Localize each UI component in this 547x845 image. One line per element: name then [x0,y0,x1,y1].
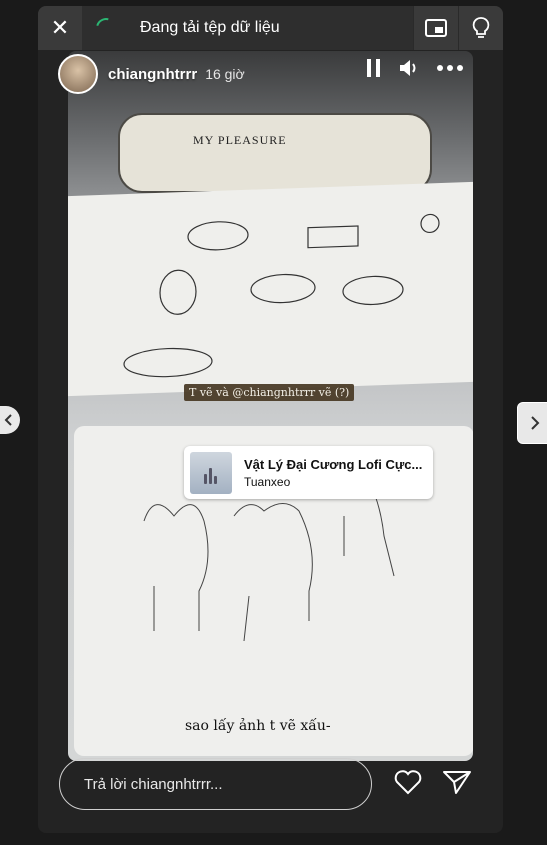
send-icon[interactable] [442,769,472,795]
story-photo[interactable]: MY PLEASURE T vẽ và @chiangnhtrrr vẽ (?) [68,51,473,761]
chevron-right-icon [531,416,540,430]
food-sketch-drawing [123,213,440,378]
pencil-pouch-image [118,113,432,193]
close-button[interactable]: ✕ [38,6,82,50]
music-artist: Tuanxeo [244,474,291,489]
volume-icon[interactable] [398,58,420,78]
lightbulb-icon [472,17,490,38]
loading-banner: Đang tải tệp dữ liệu [82,6,413,50]
picture-in-picture-button[interactable] [413,6,458,50]
story-viewer: MY PLEASURE T vẽ và @chiangnhtrrr vẽ (?) [38,6,503,833]
close-icon: ✕ [50,15,70,40]
avatar[interactable] [58,54,98,94]
album-art [190,451,232,494]
heart-icon[interactable] [393,769,423,795]
reply-input[interactable] [59,758,372,810]
story-caption: sao lấy ảnh t vẽ xấu- [185,718,331,734]
loading-text: Đang tải tệp dữ liệu [140,19,280,36]
story-text-overlay: T vẽ và @chiangnhtrrr vẽ (?) [184,384,355,401]
previous-story-button[interactable] [0,406,20,434]
music-sticker[interactable]: Vật Lý Đại Cương Lofi Cực... Tuanxeo [184,446,433,499]
username-link[interactable]: chiangnhtrrr [108,66,197,83]
food-sketch-page [68,181,473,397]
chevron-left-icon [4,414,12,426]
top-toolbar: ✕ Đang tải tệp dữ liệu [38,6,503,50]
playback-controls [366,58,464,78]
picture-in-picture-icon [425,19,447,37]
tips-button[interactable] [458,6,503,50]
story-author: chiangnhtrrr 16 giờ [58,54,245,94]
pause-icon[interactable] [366,58,382,78]
loading-spinner-icon [92,14,120,42]
more-options-icon[interactable] [436,64,464,72]
next-story-button[interactable] [517,402,547,444]
pouch-print-text: MY PLEASURE [193,133,287,147]
music-title: Vật Lý Đại Cương Lofi Cực... [244,456,423,472]
story-time: 16 giờ [205,66,245,82]
